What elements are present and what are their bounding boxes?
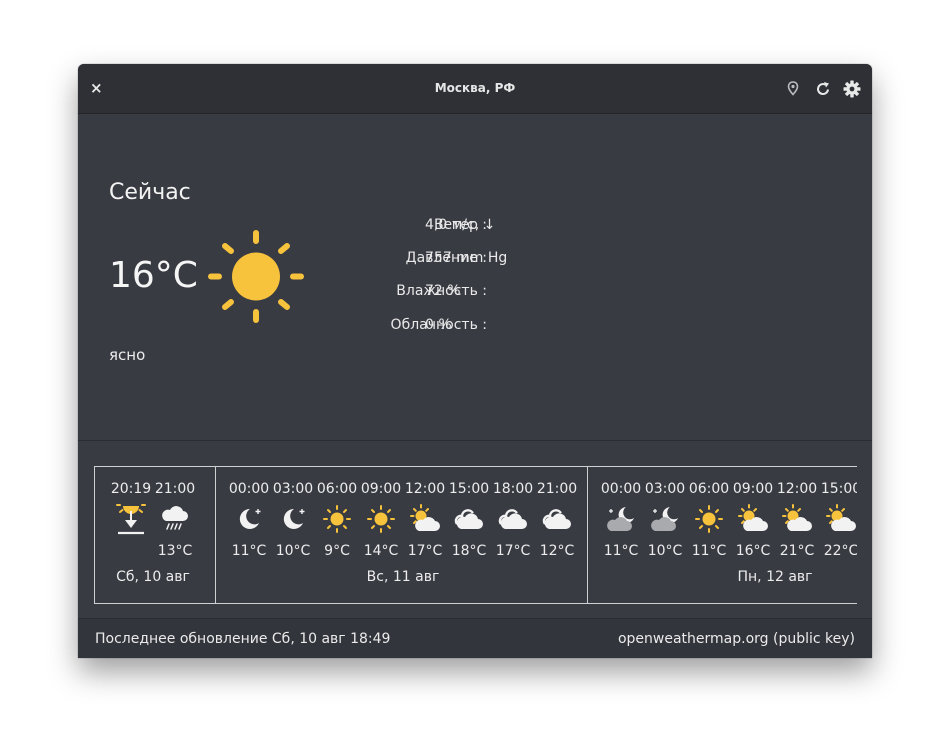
- slot-time: 00:00: [600, 481, 642, 497]
- slot-time: 06:00: [316, 481, 358, 497]
- slot-temperature: 21°C: [779, 543, 815, 559]
- humidity-value: 72 %: [425, 283, 461, 299]
- forecast-slot: 03:00 10°C: [271, 467, 315, 567]
- rain-cloud-icon: [162, 506, 188, 530]
- slot-temperature: 11°C: [603, 543, 639, 559]
- sun-icon: [367, 505, 395, 533]
- now-label: Сейчас: [109, 180, 191, 205]
- slot-time: 15:00: [448, 481, 490, 497]
- cloud-icon: [542, 509, 571, 529]
- forecast-slot: 06:00 11°C: [687, 467, 731, 567]
- slot-temperature: 10°C: [647, 543, 683, 559]
- sun-cloud-icon: [738, 504, 768, 531]
- moon-icon: [283, 508, 305, 529]
- day-divider: [587, 467, 588, 603]
- day-label: Пн, 12 авг: [737, 569, 813, 585]
- slot-temperature: 22°C: [823, 543, 857, 559]
- sunset-icon: [116, 504, 146, 535]
- slot-time: 21:00: [536, 481, 578, 497]
- forecast-slot: 12:00 17°C: [403, 467, 447, 567]
- slot-temperature: 9°C: [324, 543, 350, 559]
- wind-value: 4,0 м/с, ↓: [425, 217, 496, 233]
- divider: [78, 440, 872, 441]
- forecast-slot: 21:00 13°C: [153, 467, 197, 567]
- sun-cloud-icon: [826, 504, 856, 531]
- sun-cloud-icon: [410, 504, 440, 531]
- sun-icon: [208, 230, 304, 323]
- status-bar: Последнее обновление Сб, 10 авг 18:49 op…: [78, 618, 872, 658]
- forecast-slot: 03:00 10°C: [643, 467, 687, 567]
- forecast-slot: 15:00 22°C: [819, 467, 857, 567]
- location-pin-icon[interactable]: [784, 80, 802, 98]
- forecast-strip: 20:19 21:00 13°C Сб, 10 авг 00:00 11°C 03:00 10…: [94, 466, 857, 604]
- weather-condition: ясно: [109, 346, 146, 364]
- slot-time: 12:00: [776, 481, 818, 497]
- pressure-value: 757 mm Hg: [425, 250, 508, 266]
- slot-time: 15:00: [820, 481, 857, 497]
- slot-time: 06:00: [688, 481, 730, 497]
- slot-temperature: 11°C: [691, 543, 727, 559]
- title-bar: × Москва, РФ: [78, 64, 872, 114]
- moon-icon: [239, 508, 261, 529]
- cloudiness-value: 0 %: [425, 317, 452, 333]
- cloud-icon: [454, 509, 483, 529]
- forecast-slot: 15:00 18°C: [447, 467, 491, 567]
- day-label: Вс, 11 авг: [366, 569, 440, 585]
- last-update-text: Последнее обновление Сб, 10 авг 18:49: [95, 631, 391, 647]
- window-title: Москва, РФ: [434, 81, 516, 95]
- weather-window: × Москва, РФ Сейчас 16°C Ветер: 4,0 м/с…: [78, 64, 872, 658]
- slot-time: 03:00: [272, 481, 314, 497]
- refresh-icon[interactable]: [814, 80, 832, 98]
- slot-temperature: 14°C: [363, 543, 399, 559]
- slot-temperature: 18°C: [451, 543, 487, 559]
- slot-temperature: 13°C: [157, 543, 193, 559]
- slot-temperature: 11°C: [231, 543, 267, 559]
- forecast-slot: 18:00 17°C: [491, 467, 535, 567]
- sun-icon: [323, 505, 351, 533]
- forecast-slot: 12:00 21°C: [775, 467, 819, 567]
- forecast-slot: 09:00 16°C: [731, 467, 775, 567]
- slot-temperature: 10°C: [275, 543, 311, 559]
- data-source-link[interactable]: openweathermap.org (public key): [618, 631, 855, 647]
- slot-time: 03:00: [644, 481, 686, 497]
- slot-temperature: 17°C: [495, 543, 531, 559]
- forecast-slot: 09:00 14°C: [359, 467, 403, 567]
- cloud-icon: [498, 509, 527, 529]
- forecast-slot: 20:19: [109, 467, 153, 567]
- slot-time: 12:00: [404, 481, 446, 497]
- slot-time: 09:00: [732, 481, 774, 497]
- gear-icon[interactable]: [843, 80, 861, 98]
- forecast-slot: 00:00 11°C: [227, 467, 271, 567]
- day-divider: [215, 467, 216, 603]
- day-label: Сб, 10 авг: [116, 569, 190, 585]
- moon-cloud-icon: [651, 507, 678, 531]
- slot-time: 09:00: [360, 481, 402, 497]
- forecast-slot: 00:00 11°C: [599, 467, 643, 567]
- moon-cloud-icon: [607, 507, 634, 531]
- slot-time: 00:00: [228, 481, 270, 497]
- forecast-slot: 06:00 9°C: [315, 467, 359, 567]
- current-temperature: 16°C: [109, 255, 198, 296]
- slot-time: 18:00: [492, 481, 534, 497]
- slot-temperature: 16°C: [735, 543, 771, 559]
- slot-temperature: 17°C: [407, 543, 443, 559]
- sun-cloud-icon: [782, 504, 812, 531]
- slot-time: 20:19: [110, 481, 152, 497]
- forecast-slot: 21:00 12°C: [535, 467, 579, 567]
- slot-time: 21:00: [154, 481, 196, 497]
- sun-icon: [695, 505, 723, 533]
- slot-temperature: 12°C: [539, 543, 575, 559]
